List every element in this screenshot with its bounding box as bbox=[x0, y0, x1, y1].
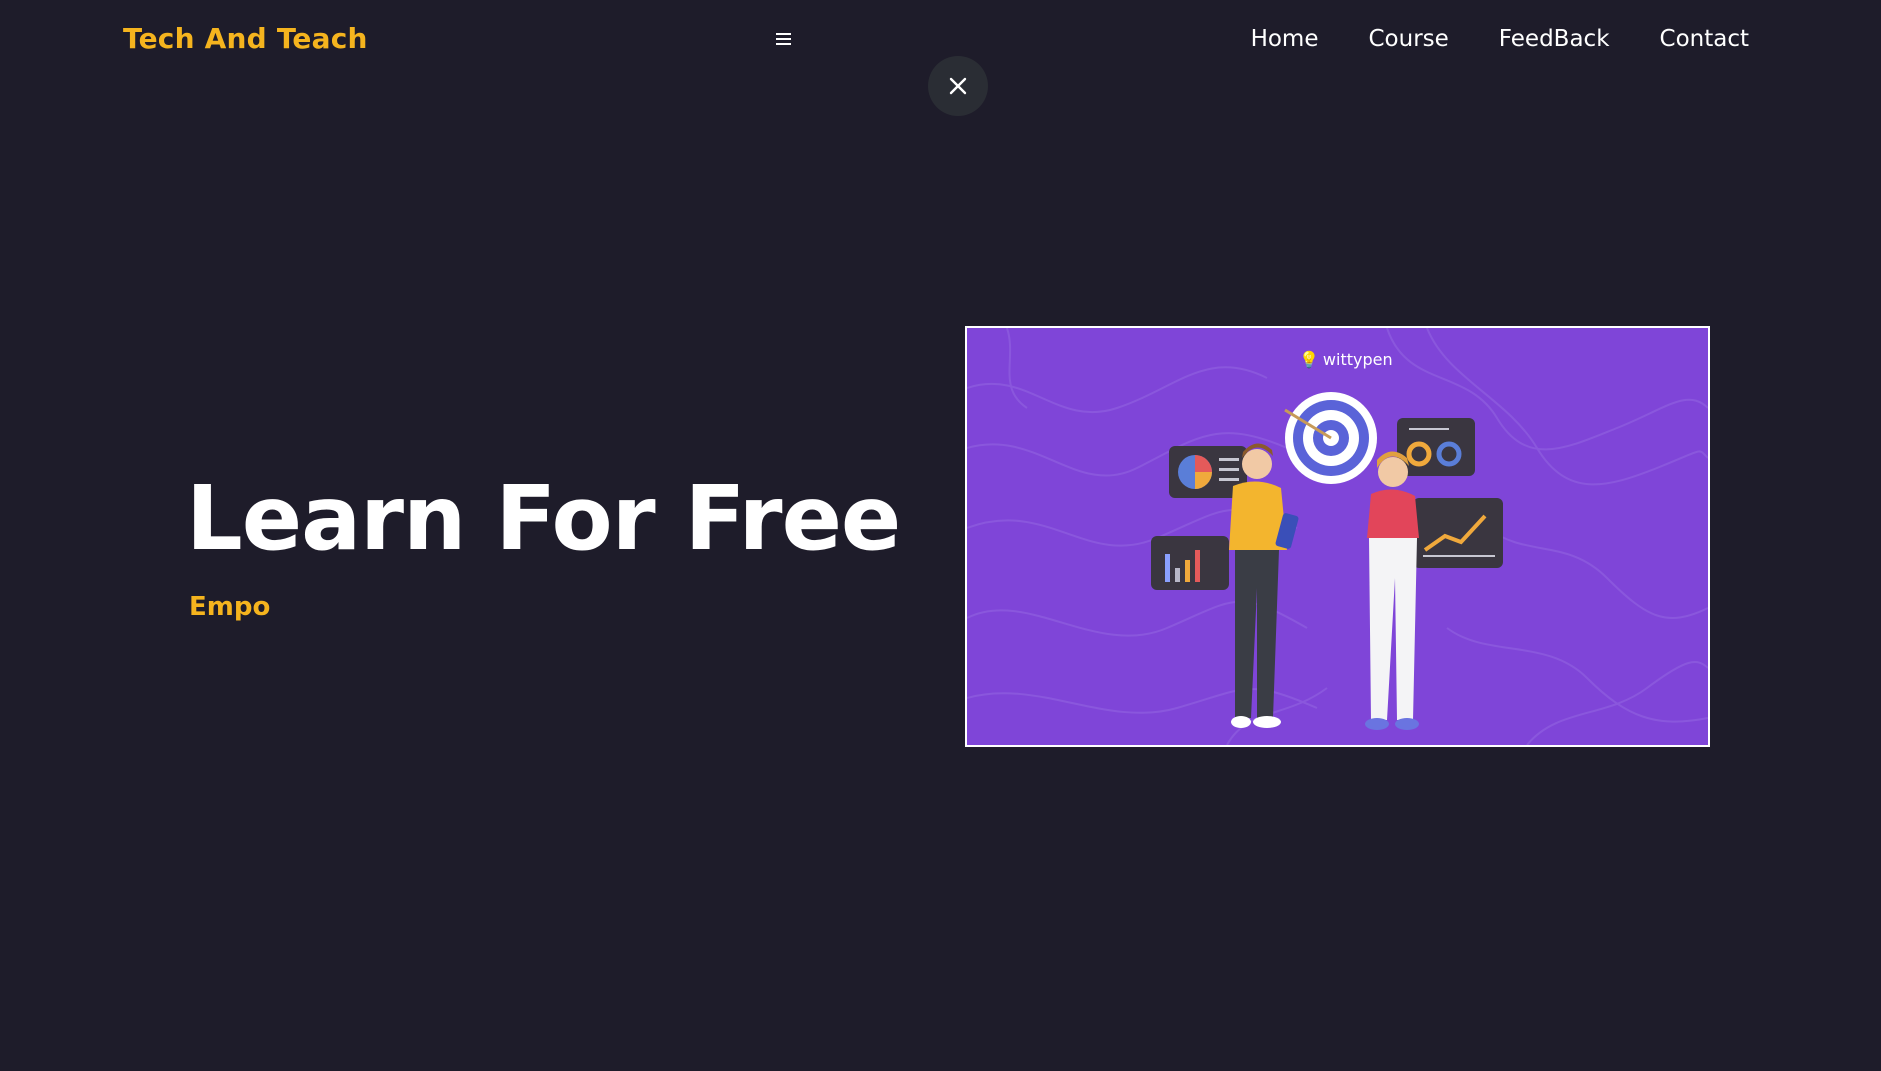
image-brand: 💡 wittypen bbox=[1299, 350, 1393, 369]
hero-illustration: 💡 wittypen bbox=[965, 326, 1710, 747]
nav-course-link[interactable]: Course bbox=[1368, 26, 1448, 52]
illustration-image bbox=[967, 328, 1708, 745]
close-button[interactable] bbox=[928, 56, 988, 116]
main-nav: Home Course FeedBack Contact bbox=[1201, 26, 1749, 52]
hamburger-menu-icon[interactable] bbox=[773, 30, 795, 54]
close-icon bbox=[949, 77, 967, 95]
nav-home-link[interactable]: Home bbox=[1251, 26, 1319, 52]
hero-title: Learn For Free bbox=[186, 466, 901, 570]
bulb-icon: 💡 bbox=[1299, 350, 1319, 369]
nav-feedback-link[interactable]: FeedBack bbox=[1499, 26, 1610, 52]
nav-contact-link[interactable]: Contact bbox=[1660, 26, 1749, 52]
image-brand-text: wittypen bbox=[1322, 350, 1393, 369]
hero-typed-text: Empo bbox=[189, 592, 271, 622]
brand-logo[interactable]: Tech And Teach bbox=[123, 22, 368, 55]
